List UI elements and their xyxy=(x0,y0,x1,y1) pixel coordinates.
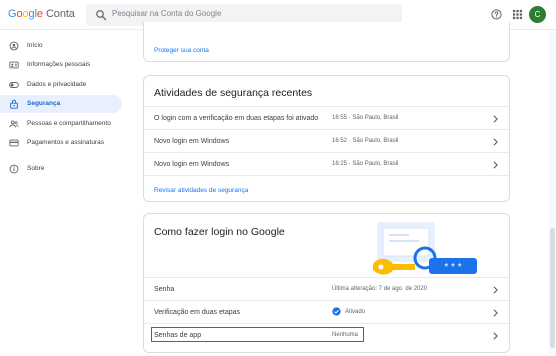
home-icon xyxy=(9,41,19,51)
sidebar-item-sobre[interactable]: Sobre xyxy=(0,160,122,178)
sidebar-nav: Início Informações pessoais Dados e priv… xyxy=(0,30,130,356)
app-passwords-count: Nenhuma xyxy=(332,332,359,338)
two-step-label: Verificação em duas etapas xyxy=(154,309,240,316)
protect-account-link[interactable]: Proteger sua conta xyxy=(154,47,209,54)
chevron-right-icon xyxy=(493,115,498,123)
sidebar-item-seguranca[interactable]: Segurança xyxy=(0,95,122,113)
app-passwords-label: Senhas de app xyxy=(154,332,202,339)
google-account-logo[interactable]: Google Conta xyxy=(8,8,75,20)
check-circle-icon xyxy=(332,307,341,316)
sidebar-item-inicio[interactable]: Início xyxy=(0,37,122,55)
activity-label: Novo login em Windows xyxy=(154,161,230,168)
card-title: Como fazer login no Google xyxy=(154,226,285,238)
password-row[interactable]: Senha Última alteração: 7 de ago. de 202… xyxy=(144,277,509,300)
chevron-right-icon xyxy=(493,332,498,340)
activity-meta: 16:55 · São Paulo, Brasil xyxy=(332,115,399,121)
sidebar-item-informacoes-pessoais[interactable]: Informações pessoais xyxy=(0,56,122,74)
sidebar-item-pagamentos-e-assinaturas[interactable]: Pagamentos e assinaturas xyxy=(0,134,122,152)
apps-icon[interactable] xyxy=(512,9,523,20)
activity-row[interactable]: Novo login em Windows 16:52 · São Paulo,… xyxy=(144,129,509,152)
toggle-icon xyxy=(9,82,19,88)
review-activity-link[interactable]: Revisar atividades de segurança xyxy=(154,187,248,194)
recent-security-activity-card: Atividades de segurança recentes O login… xyxy=(143,75,510,202)
scrollbar-thumb[interactable] xyxy=(550,228,555,348)
sidebar-item-dados-e-privacidade[interactable]: Dados e privacidade xyxy=(0,76,122,94)
review-activity-row: Revisar atividades de segurança xyxy=(144,175,509,201)
avatar[interactable]: C xyxy=(529,6,546,23)
info-icon xyxy=(9,164,19,174)
protect-account-card: Proteger sua conta xyxy=(143,22,510,62)
activity-meta: 16:25 · São Paulo, Brasil xyxy=(332,161,399,167)
two-step-status: Ativado xyxy=(345,309,366,315)
help-icon[interactable] xyxy=(491,9,502,20)
signin-methods-card: Como fazer login no Google * * * Senha Ú… xyxy=(143,213,510,353)
app-passwords-row[interactable]: Senhas de app Nenhuma xyxy=(144,323,509,346)
sidebar-item-label: Pessoas e compartilhamento xyxy=(27,120,111,127)
sidebar-item-label: Pagamentos e assinaturas xyxy=(27,139,104,146)
chevron-right-icon xyxy=(493,286,498,294)
chevron-right-icon xyxy=(493,161,498,169)
search-icon[interactable] xyxy=(95,9,107,21)
credit-card-icon xyxy=(9,139,19,147)
search-placeholder[interactable]: Pesquisar na Conta do Google xyxy=(112,9,221,18)
sidebar-item-label: Sobre xyxy=(27,165,45,172)
sidebar-item-label: Segurança xyxy=(27,100,61,107)
google-account-app: Google Conta Pesquisar na Conta do Google… xyxy=(0,0,556,356)
activity-label: O login com a verificação em duas etapas… xyxy=(154,115,319,122)
password-last-changed: Última alteração: 7 de ago. de 2020 xyxy=(332,286,428,292)
product-name: Conta xyxy=(45,8,75,20)
card-title: Atividades de segurança recentes xyxy=(154,87,313,99)
logo-letter: e xyxy=(36,8,43,20)
activity-row[interactable]: Novo login em Windows 16:25 · São Paulo,… xyxy=(144,152,509,175)
activity-meta: 16:52 · São Paulo, Brasil xyxy=(332,138,399,144)
activity-label: Novo login em Windows xyxy=(154,138,230,145)
two-step-verification-row[interactable]: Verificação em duas etapas Ativado xyxy=(144,300,509,323)
sidebar-item-pessoas-e-compartilhamento[interactable]: Pessoas e compartilhamento xyxy=(0,115,122,133)
id-card-icon xyxy=(9,61,19,69)
chevron-right-icon xyxy=(493,309,498,317)
sidebar-item-label: Dados e privacidade xyxy=(27,81,87,88)
chevron-right-icon xyxy=(493,138,498,146)
lock-icon xyxy=(10,99,18,109)
password-illustration: * * * xyxy=(373,222,477,275)
sidebar-item-label: Informações pessoais xyxy=(27,61,91,68)
people-icon xyxy=(9,120,19,128)
masked-password-text: * * * xyxy=(444,262,461,273)
sidebar-item-label: Início xyxy=(27,42,43,49)
activity-row[interactable]: O login com a verificação em duas etapas… xyxy=(144,106,509,129)
password-label: Senha xyxy=(154,286,175,293)
